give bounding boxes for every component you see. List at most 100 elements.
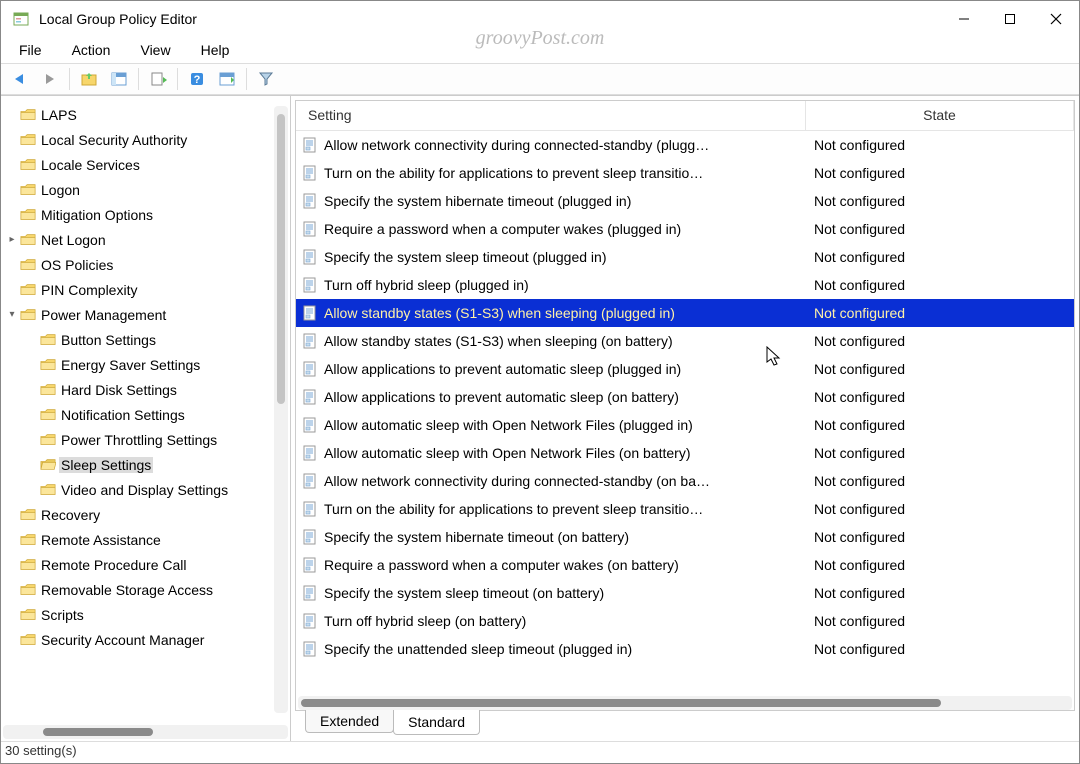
tree-item[interactable]: Sleep Settings xyxy=(1,452,290,477)
list-row[interactable]: Allow automatic sleep with Open Network … xyxy=(296,411,1074,439)
tree-item[interactable]: Logon xyxy=(1,177,290,202)
menu-action[interactable]: Action xyxy=(58,39,125,61)
list-row[interactable]: Allow applications to prevent automatic … xyxy=(296,355,1074,383)
menu-file[interactable]: File xyxy=(5,39,56,61)
tree-item[interactable]: ▸Net Logon xyxy=(1,227,290,252)
help-button[interactable]: ? xyxy=(184,66,210,92)
expand-icon[interactable]: ▸ xyxy=(5,234,19,245)
tree-item[interactable]: Video and Display Settings xyxy=(1,477,290,502)
tree-horizontal-scrollbar[interactable] xyxy=(3,725,288,739)
tab-standard[interactable]: Standard xyxy=(393,710,480,735)
folder-icon xyxy=(19,257,37,273)
menu-help[interactable]: Help xyxy=(187,39,244,61)
tree-item[interactable]: LAPS xyxy=(1,102,290,127)
scrollbar-thumb[interactable] xyxy=(277,114,285,404)
tree-vertical-scrollbar[interactable] xyxy=(274,106,288,713)
folder-icon xyxy=(19,282,37,298)
list-row[interactable]: Specify the system hibernate timeout (pl… xyxy=(296,187,1074,215)
show-hide-tree-button[interactable] xyxy=(106,66,132,92)
tree-item[interactable]: ▾Power Management xyxy=(1,302,290,327)
setting-name: Allow applications to prevent automatic … xyxy=(324,361,802,377)
folder-icon xyxy=(19,307,37,323)
policy-icon xyxy=(296,361,324,377)
toolbar-separator xyxy=(69,68,70,90)
list-row[interactable]: Allow applications to prevent automatic … xyxy=(296,383,1074,411)
tree-item-label: Button Settings xyxy=(59,332,158,348)
policy-icon xyxy=(296,277,324,293)
tree-item[interactable]: Hard Disk Settings xyxy=(1,377,290,402)
setting-name: Specify the system hibernate timeout (on… xyxy=(324,529,802,545)
export-list-button[interactable] xyxy=(145,66,171,92)
tree-item[interactable]: Remote Procedure Call xyxy=(1,552,290,577)
list-row[interactable]: Allow network connectivity during connec… xyxy=(296,467,1074,495)
tree-item[interactable]: Removable Storage Access xyxy=(1,577,290,602)
tree-pane: LAPSLocal Security AuthorityLocale Servi… xyxy=(1,96,291,741)
list-row[interactable]: Specify the system sleep timeout (plugge… xyxy=(296,243,1074,271)
column-header-setting[interactable]: Setting xyxy=(296,101,806,130)
back-button[interactable] xyxy=(7,66,33,92)
setting-name: Specify the unattended sleep timeout (pl… xyxy=(324,641,802,657)
scrollbar-thumb[interactable] xyxy=(301,699,941,707)
list-row[interactable]: Specify the system hibernate timeout (on… xyxy=(296,523,1074,551)
svg-text:?: ? xyxy=(194,74,201,86)
list-row[interactable]: Turn off hybrid sleep (on battery)Not co… xyxy=(296,607,1074,635)
list-row[interactable]: Allow standby states (S1-S3) when sleepi… xyxy=(296,299,1074,327)
setting-name: Require a password when a computer wakes… xyxy=(324,557,802,573)
options-button[interactable] xyxy=(214,66,240,92)
list-horizontal-scrollbar[interactable] xyxy=(298,696,1072,710)
column-header-state[interactable]: State xyxy=(806,101,1074,130)
list-row[interactable]: Specify the system sleep timeout (on bat… xyxy=(296,579,1074,607)
menubar: File Action View Help xyxy=(1,37,1079,63)
forward-button[interactable] xyxy=(37,66,63,92)
policy-icon xyxy=(296,585,324,601)
policy-icon xyxy=(296,473,324,489)
list-row[interactable]: Turn on the ability for applications to … xyxy=(296,495,1074,523)
tree-item[interactable]: Security Account Manager xyxy=(1,627,290,652)
folder-icon xyxy=(19,232,37,248)
tree-item[interactable]: Local Security Authority xyxy=(1,127,290,152)
policy-icon xyxy=(296,389,324,405)
setting-state: Not configured xyxy=(802,585,1074,601)
tree-item[interactable]: Scripts xyxy=(1,602,290,627)
list-row[interactable]: Require a password when a computer wakes… xyxy=(296,551,1074,579)
up-folder-button[interactable] xyxy=(76,66,102,92)
policy-icon xyxy=(296,221,324,237)
collapse-icon[interactable]: ▾ xyxy=(5,309,19,320)
setting-name: Allow automatic sleep with Open Network … xyxy=(324,445,802,461)
list-row[interactable]: Allow automatic sleep with Open Network … xyxy=(296,439,1074,467)
tree-item[interactable]: PIN Complexity xyxy=(1,277,290,302)
tree-item[interactable]: Mitigation Options xyxy=(1,202,290,227)
tree-item[interactable]: Energy Saver Settings xyxy=(1,352,290,377)
tree-item[interactable]: Remote Assistance xyxy=(1,527,290,552)
setting-name: Specify the system sleep timeout (plugge… xyxy=(324,249,802,265)
policy-icon xyxy=(296,193,324,209)
tree-item[interactable]: Notification Settings xyxy=(1,402,290,427)
policy-icon xyxy=(296,137,324,153)
folder-icon xyxy=(39,482,57,498)
list-row[interactable]: Specify the unattended sleep timeout (pl… xyxy=(296,635,1074,663)
maximize-button[interactable] xyxy=(987,1,1033,37)
filter-button[interactable] xyxy=(253,66,279,92)
list-row[interactable]: Turn off hybrid sleep (plugged in)Not co… xyxy=(296,271,1074,299)
setting-state: Not configured xyxy=(802,529,1074,545)
tab-extended[interactable]: Extended xyxy=(305,710,394,733)
tree-item[interactable]: OS Policies xyxy=(1,252,290,277)
minimize-button[interactable] xyxy=(941,1,987,37)
app-icon xyxy=(13,11,29,27)
tree-item[interactable]: Locale Services xyxy=(1,152,290,177)
setting-state: Not configured xyxy=(802,361,1074,377)
list-row[interactable]: Allow network connectivity during connec… xyxy=(296,131,1074,159)
tree-item[interactable]: Power Throttling Settings xyxy=(1,427,290,452)
tree-item[interactable]: Button Settings xyxy=(1,327,290,352)
list-row[interactable]: Require a password when a computer wakes… xyxy=(296,215,1074,243)
menu-view[interactable]: View xyxy=(126,39,184,61)
list-row[interactable]: Allow standby states (S1-S3) when sleepi… xyxy=(296,327,1074,355)
toolbar-separator xyxy=(246,68,247,90)
setting-name: Turn on the ability for applications to … xyxy=(324,165,802,181)
scrollbar-thumb[interactable] xyxy=(43,728,153,736)
tree-item[interactable]: Recovery xyxy=(1,502,290,527)
close-button[interactable] xyxy=(1033,1,1079,37)
tree-item-label: Remote Assistance xyxy=(39,532,163,548)
window-title: Local Group Policy Editor xyxy=(39,11,197,27)
list-row[interactable]: Turn on the ability for applications to … xyxy=(296,159,1074,187)
